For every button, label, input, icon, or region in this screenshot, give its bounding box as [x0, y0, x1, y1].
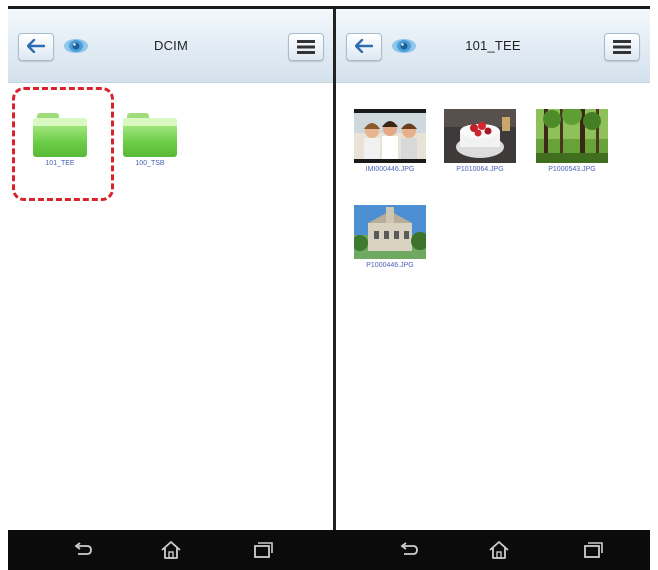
- file-name: P1010064.JPG: [456, 166, 504, 173]
- image-file-item[interactable]: IMI000446.JPG: [350, 109, 430, 173]
- image-thumbnail: [444, 109, 516, 163]
- nav-back-icon[interactable]: [72, 540, 94, 560]
- nav-recents-icon[interactable]: [582, 540, 604, 560]
- file-name: P1000543.JPG: [548, 166, 596, 173]
- left-file-panel: DCIM 101_TEE 100_TSB: [8, 9, 334, 530]
- image-thumbnail: [354, 205, 426, 259]
- menu-icon: [613, 40, 631, 54]
- nav-home-icon[interactable]: [488, 540, 510, 560]
- folder-item[interactable]: 101_TEE: [30, 113, 90, 167]
- folder-icon: [33, 113, 87, 157]
- folder-name: 101_TEE: [45, 160, 75, 167]
- folder-item[interactable]: 100_TSB: [120, 113, 180, 167]
- nav-recents-icon[interactable]: [252, 540, 274, 560]
- left-menu-button[interactable]: [288, 33, 324, 61]
- menu-icon: [297, 40, 315, 54]
- image-thumbnail: [354, 109, 426, 163]
- nav-home-icon[interactable]: [160, 540, 182, 560]
- folder-icon: [123, 113, 177, 157]
- image-thumbnail: [536, 109, 608, 163]
- right-menu-button[interactable]: [604, 33, 640, 61]
- image-file-item[interactable]: P1000543.JPG: [532, 109, 612, 173]
- file-name: P1000446.JPG: [366, 262, 414, 269]
- right-folder-title: 101_TEE: [465, 38, 521, 53]
- nav-back-icon[interactable]: [398, 540, 420, 560]
- right-file-panel: 101_TEE IMI000446.JPG P1010064.JPG P1000…: [336, 9, 650, 530]
- system-navigation-bar: [8, 530, 650, 570]
- folder-name: 100_TSB: [135, 160, 165, 167]
- image-file-item[interactable]: P1010064.JPG: [440, 109, 520, 173]
- right-header: 101_TEE: [336, 9, 650, 83]
- file-name: IMI000446.JPG: [365, 166, 415, 173]
- left-header: DCIM: [8, 9, 334, 83]
- image-file-item[interactable]: P1000446.JPG: [350, 205, 430, 269]
- left-folder-title: DCIM: [153, 38, 189, 53]
